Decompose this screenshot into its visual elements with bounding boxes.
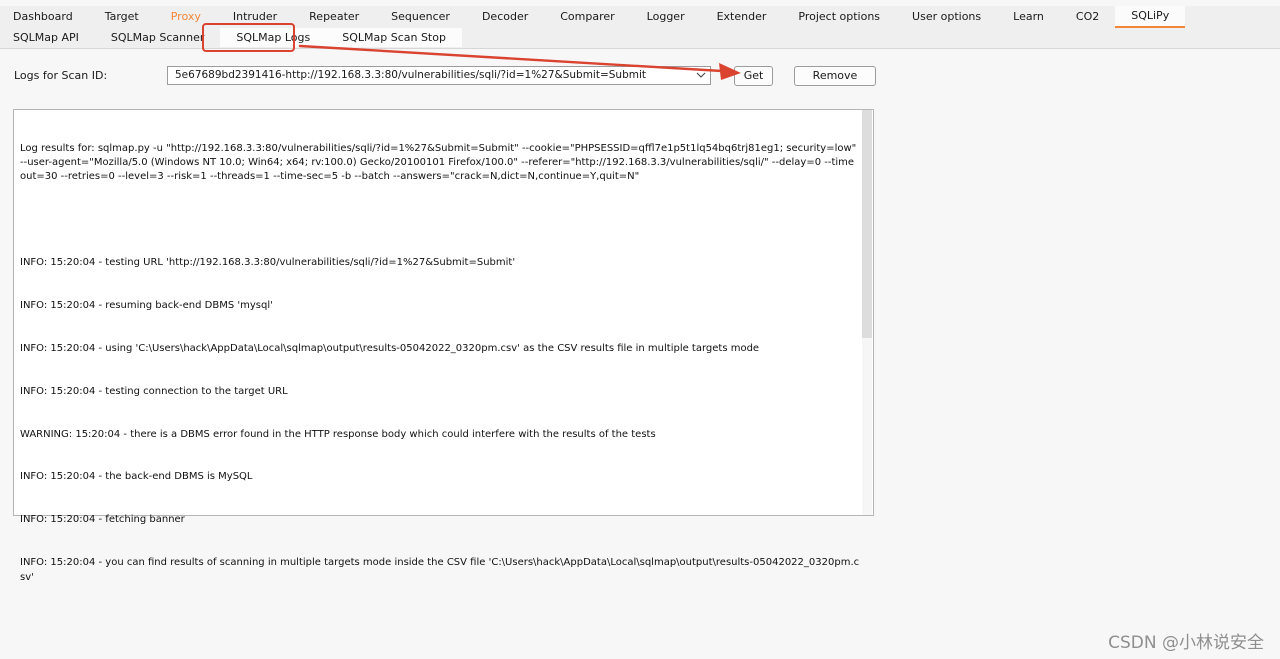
tab-dashboard[interactable]: Dashboard: [0, 6, 89, 27]
remove-button[interactable]: Remove: [794, 66, 876, 86]
scan-id-dropdown[interactable]: 5e67689bd2391416-http://192.168.3.3:80/v…: [167, 66, 711, 85]
csdn-watermark: CSDN @小林说安全: [1108, 633, 1264, 653]
scan-id-label: Logs for Scan ID:: [14, 69, 108, 82]
get-button[interactable]: Get: [734, 66, 773, 86]
log-line: INFO: 15:20:04 - testing connection to t…: [20, 385, 288, 397]
annotation-highlight-box: [202, 23, 295, 52]
main-tab-bar: Dashboard Target Proxy Intruder Repeater…: [0, 6, 1280, 29]
tab-decoder[interactable]: Decoder: [466, 6, 544, 27]
log-line-blank: [20, 213, 860, 227]
tab-project-options[interactable]: Project options: [782, 6, 896, 27]
log-line: INFO: 15:20:04 - testing URL 'http://192…: [20, 256, 516, 268]
tab-co2[interactable]: CO2: [1060, 6, 1115, 27]
log-scrollbar-thumb[interactable]: [862, 110, 872, 338]
log-scrollbar[interactable]: [862, 110, 872, 515]
sqlipy-sub-tab-bar: SQLMap API SQLMap Scanner SQLMap Logs SQ…: [0, 28, 1280, 49]
tab-comparer[interactable]: Comparer: [544, 6, 630, 27]
scan-id-value: 5e67689bd2391416-http://192.168.3.3:80/v…: [175, 69, 647, 81]
chevron-down-icon: [696, 72, 706, 78]
tab-user-options[interactable]: User options: [896, 6, 997, 27]
tab-sqlipy[interactable]: SQLiPy: [1115, 6, 1186, 28]
tab-extender[interactable]: Extender: [701, 6, 783, 27]
tab-sequencer[interactable]: Sequencer: [375, 6, 466, 27]
log-output-textarea[interactable]: Log results for: sqlmap.py -u "http://19…: [13, 109, 874, 583]
log-text: Log results for: sqlmap.py -u "http://19…: [20, 113, 860, 613]
subtab-sqlmap-api[interactable]: SQLMap API: [0, 28, 95, 47]
tab-repeater[interactable]: Repeater: [293, 6, 375, 27]
log-line: INFO: 15:20:04 - using 'C:\Users\hack\Ap…: [20, 342, 760, 354]
burp-suite-window: Dashboard Target Proxy Intruder Repeater…: [0, 0, 1280, 659]
log-line: INFO: 15:20:04 - fetching banner: [20, 514, 185, 526]
log-line: INFO: 15:20:04 - resuming back-end DBMS …: [20, 299, 273, 311]
tab-logger[interactable]: Logger: [631, 6, 701, 27]
log-line: INFO: 15:20:04 - you can find results of…: [20, 557, 860, 583]
tab-learn[interactable]: Learn: [997, 6, 1060, 27]
log-line-warning: WARNING: 15:20:04 - there is a DBMS erro…: [20, 428, 656, 440]
tab-target[interactable]: Target: [89, 6, 155, 27]
log-line-command: Log results for: sqlmap.py -u "http://19…: [20, 142, 860, 183]
log-line: INFO: 15:20:04 - the back-end DBMS is My…: [20, 471, 253, 483]
subtab-sqlmap-scan-stop[interactable]: SQLMap Scan Stop: [326, 28, 462, 47]
